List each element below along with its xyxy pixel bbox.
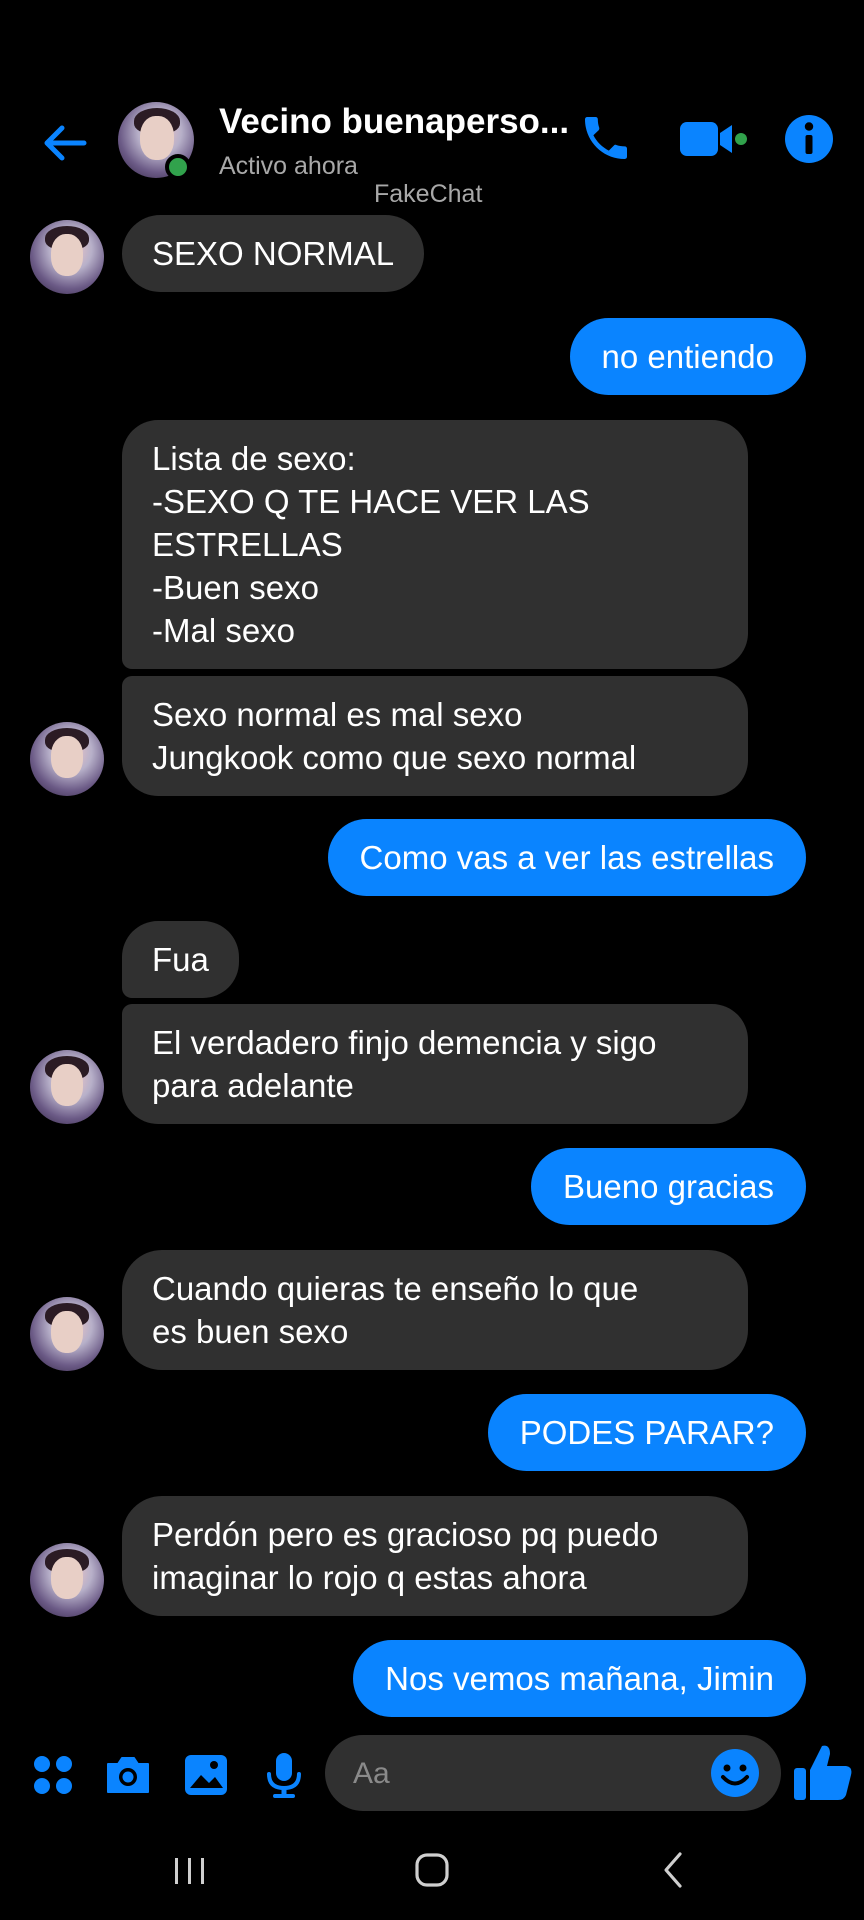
- messenger-chat-screen: Vecino buenaperso... Activo ahora FakeCh…: [0, 0, 864, 1920]
- contact-status: Activo ahora: [219, 152, 358, 180]
- message-composer: [0, 1730, 864, 1820]
- message-input[interactable]: [351, 1735, 685, 1813]
- back-icon[interactable]: [644, 1848, 704, 1892]
- sender-avatar[interactable]: [30, 1050, 104, 1124]
- image-icon[interactable]: [181, 1750, 231, 1800]
- incoming-message[interactable]: Lista de sexo: -SEXO Q TE HACE VER LAS E…: [122, 420, 748, 669]
- microphone-icon[interactable]: [259, 1750, 309, 1800]
- outgoing-message[interactable]: Como vas a ver las estrellas: [327, 819, 806, 896]
- sender-avatar[interactable]: [30, 1297, 104, 1371]
- outgoing-message[interactable]: Nos vemos mañana, Jimin: [353, 1640, 806, 1717]
- recent-apps-icon[interactable]: [160, 1848, 220, 1892]
- video-camera-icon[interactable]: [678, 116, 748, 162]
- message-input-field[interactable]: [325, 1735, 781, 1813]
- camera-icon[interactable]: [103, 1750, 153, 1800]
- incoming-message[interactable]: Sexo normal es mal sexo Jungkook como qu…: [122, 676, 748, 796]
- sender-avatar[interactable]: [30, 1543, 104, 1617]
- phone-icon[interactable]: [578, 110, 634, 166]
- incoming-message[interactable]: Perdón pero es gracioso pq puedo imagina…: [122, 1496, 748, 1616]
- watermark: FakeChat: [374, 180, 483, 208]
- emoji-icon[interactable]: [709, 1747, 761, 1799]
- thumbs-up-icon[interactable]: [790, 1740, 856, 1806]
- incoming-message[interactable]: Cuando quieras te enseño lo que es buen …: [122, 1250, 748, 1370]
- contact-name[interactable]: Vecino buenaperso...: [219, 102, 569, 142]
- info-icon[interactable]: [782, 112, 836, 166]
- incoming-message[interactable]: Fua: [122, 921, 239, 998]
- apps-icon[interactable]: [28, 1750, 78, 1800]
- outgoing-message[interactable]: Bueno gracias: [531, 1148, 806, 1225]
- incoming-message[interactable]: SEXO NORMAL: [122, 215, 425, 292]
- arrow-left-icon[interactable]: [40, 118, 90, 168]
- home-icon[interactable]: [402, 1848, 462, 1892]
- outgoing-message[interactable]: PODES PARAR?: [487, 1394, 806, 1471]
- outgoing-message[interactable]: no entiendo: [569, 318, 806, 395]
- online-status-dot: [165, 154, 191, 180]
- system-navigation-bar: [0, 1820, 864, 1920]
- sender-avatar[interactable]: [30, 220, 104, 294]
- incoming-message[interactable]: El verdadero finjo demencia y sigo para …: [122, 1004, 748, 1124]
- sender-avatar[interactable]: [30, 722, 104, 796]
